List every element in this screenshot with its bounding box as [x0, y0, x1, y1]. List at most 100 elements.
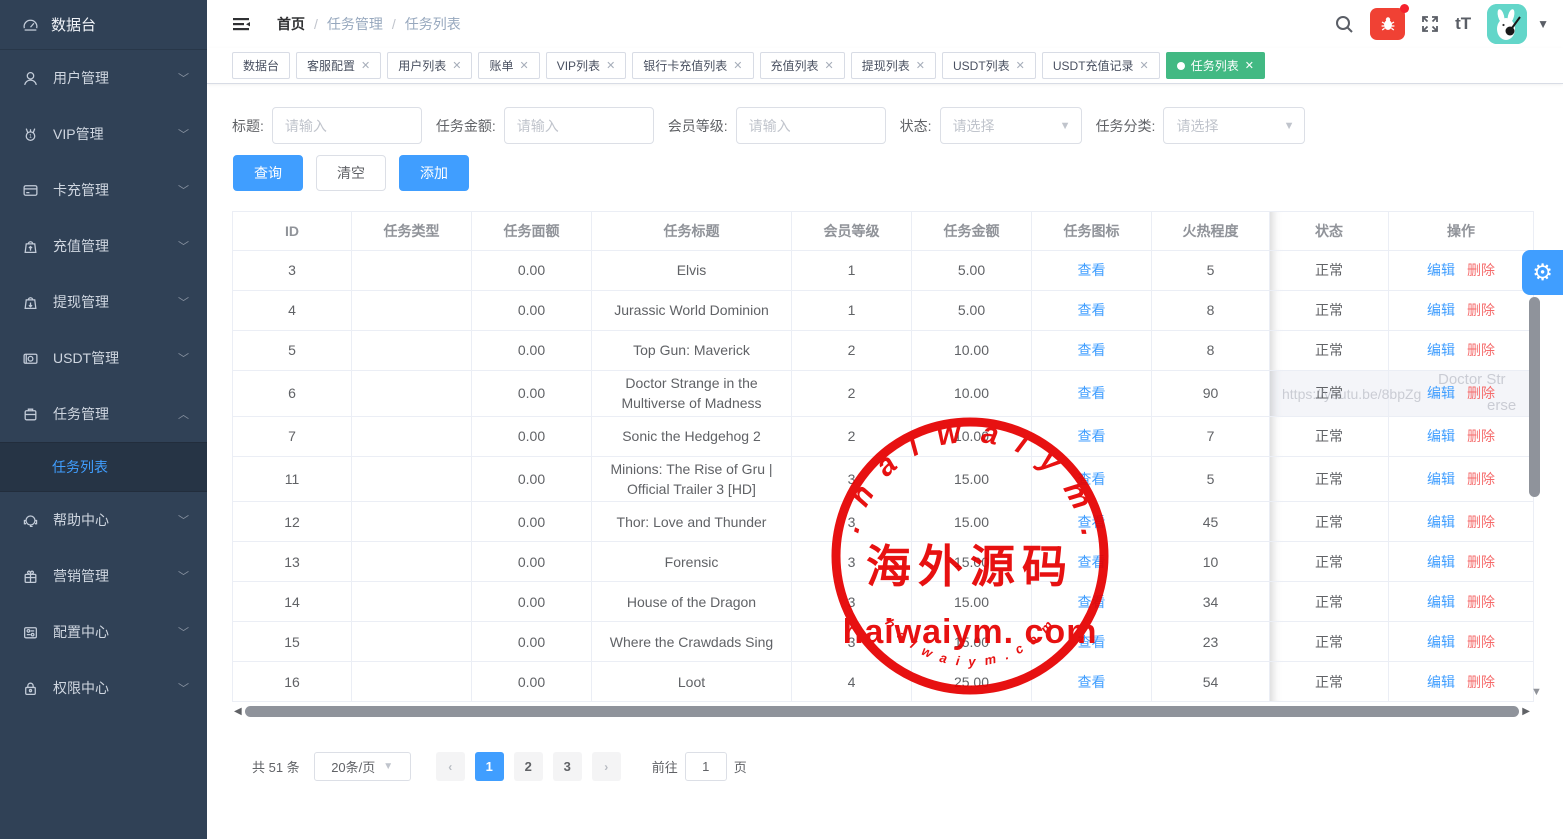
edit-link[interactable]: 编辑: [1427, 672, 1455, 692]
horizontal-scrollbar[interactable]: ◀ ▶: [234, 705, 1530, 718]
view-link[interactable]: 查看: [1078, 632, 1106, 652]
amount-filter-input[interactable]: 请输入: [504, 107, 654, 144]
close-tab-icon[interactable]: ✕: [1016, 59, 1025, 72]
close-tab-icon[interactable]: ✕: [916, 59, 925, 72]
delete-link[interactable]: 删除: [1467, 552, 1495, 572]
category-filter-select[interactable]: 请选择▼: [1163, 107, 1305, 144]
settings-gear-button[interactable]: ⚙: [1522, 250, 1563, 295]
view-link[interactable]: 查看: [1078, 300, 1106, 320]
vscroll-down-arrow[interactable]: ▼: [1531, 686, 1542, 698]
close-tab-icon[interactable]: ✕: [1245, 59, 1254, 72]
sidebar-item-7[interactable]: 帮助中心﹀: [0, 492, 207, 548]
hscroll-right-arrow[interactable]: ▶: [1522, 706, 1530, 717]
sidebar-item-8[interactable]: 营销管理﹀: [0, 548, 207, 604]
sidebar-subitem-任务列表[interactable]: 任务列表: [0, 443, 207, 491]
tab-label: 用户列表: [398, 57, 446, 74]
delete-link[interactable]: 删除: [1467, 260, 1495, 280]
sidebar-item-10[interactable]: 权限中心﹀: [0, 660, 207, 716]
vscroll-thumb[interactable]: [1529, 297, 1540, 497]
clear-button[interactable]: 清空: [316, 155, 386, 191]
delete-link[interactable]: 删除: [1467, 512, 1495, 532]
edit-link[interactable]: 编辑: [1427, 260, 1455, 280]
tab-2[interactable]: 用户列表 ✕: [387, 52, 472, 79]
title-filter-input[interactable]: 请输入: [272, 107, 422, 144]
fullscreen-icon[interactable]: [1421, 15, 1439, 33]
tab-5[interactable]: 银行卡充值列表✕: [632, 52, 753, 79]
page-button-3[interactable]: 3: [553, 752, 582, 781]
prev-page-button[interactable]: ‹: [436, 752, 465, 781]
tab-1[interactable]: 客服配置✕: [296, 52, 381, 79]
view-link[interactable]: 查看: [1078, 426, 1106, 446]
close-tab-icon[interactable]: ✕: [733, 59, 742, 72]
close-tab-icon[interactable]: ✕: [361, 59, 370, 72]
edit-link[interactable]: 编辑: [1427, 592, 1455, 612]
tab-10[interactable]: 任务列表✕: [1166, 52, 1265, 79]
sidebar-item-5[interactable]: USDT管理﹀: [0, 330, 207, 386]
close-tab-icon[interactable]: ✕: [825, 59, 834, 72]
view-link[interactable]: 查看: [1078, 260, 1106, 280]
sidebar-item-6[interactable]: 任务管理︿: [0, 386, 207, 442]
edit-link[interactable]: 编辑: [1427, 340, 1455, 360]
view-link[interactable]: 查看: [1078, 340, 1106, 360]
search-button[interactable]: 查询: [233, 155, 303, 191]
delete-link[interactable]: 删除: [1467, 632, 1495, 652]
search-icon[interactable]: [1335, 15, 1354, 34]
sidebar-item-0[interactable]: 用户管理﹀: [0, 50, 207, 106]
error-log-button[interactable]: [1370, 8, 1405, 40]
view-link[interactable]: 查看: [1078, 552, 1106, 572]
delete-link[interactable]: 删除: [1467, 383, 1495, 403]
column-header-1: 任务类型: [352, 211, 472, 251]
delete-link[interactable]: 删除: [1467, 300, 1495, 320]
tab-9[interactable]: USDT充值记录✕: [1042, 52, 1160, 79]
goto-page-input[interactable]: 1: [685, 752, 727, 781]
view-link[interactable]: 查看: [1078, 592, 1106, 612]
delete-link[interactable]: 删除: [1467, 340, 1495, 360]
delete-link[interactable]: 删除: [1467, 426, 1495, 446]
add-button[interactable]: 添加: [399, 155, 469, 191]
sidebar-item-9[interactable]: 配置中心﹀: [0, 604, 207, 660]
edit-link[interactable]: 编辑: [1427, 512, 1455, 532]
close-tab-icon[interactable]: ✕: [452, 59, 461, 72]
level-filter-input[interactable]: 请输入: [736, 107, 886, 144]
edit-link[interactable]: 编辑: [1427, 552, 1455, 572]
view-link[interactable]: 查看: [1078, 672, 1106, 692]
font-size-icon[interactable]: tT: [1455, 14, 1471, 34]
tab-0[interactable]: 数据台: [232, 52, 290, 79]
sidebar-item-dashboard[interactable]: 数据台: [0, 0, 207, 50]
close-tab-icon[interactable]: ✕: [1140, 59, 1149, 72]
sidebar-item-2[interactable]: 卡充管理﹀: [0, 162, 207, 218]
page-button-2[interactable]: 2: [514, 752, 543, 781]
delete-link[interactable]: 删除: [1467, 672, 1495, 692]
page-size-select[interactable]: 20条/页 ▼: [314, 752, 411, 781]
sidebar-item-3[interactable]: 充值管理﹀: [0, 218, 207, 274]
tab-6[interactable]: 充值列表✕: [760, 52, 845, 79]
sidebar-item-1[interactable]: 1VIP管理﹀: [0, 106, 207, 162]
view-link[interactable]: 查看: [1078, 512, 1106, 532]
edit-link[interactable]: 编辑: [1427, 632, 1455, 652]
next-page-button[interactable]: ›: [592, 752, 621, 781]
delete-link[interactable]: 删除: [1467, 469, 1495, 489]
edit-link[interactable]: 编辑: [1427, 300, 1455, 320]
avatar[interactable]: [1487, 4, 1527, 44]
breadcrumb-home[interactable]: 首页: [277, 14, 305, 34]
collapse-sidebar-button[interactable]: [231, 14, 251, 34]
avatar-dropdown-caret[interactable]: ▼: [1537, 17, 1549, 31]
edit-link[interactable]: 编辑: [1427, 469, 1455, 489]
close-tab-icon[interactable]: ✕: [606, 59, 615, 72]
edit-link[interactable]: 编辑: [1427, 383, 1455, 403]
delete-link[interactable]: 删除: [1467, 592, 1495, 612]
tab-8[interactable]: USDT列表✕: [942, 52, 1036, 79]
sidebar-item-4[interactable]: 提现管理﹀: [0, 274, 207, 330]
vertical-scrollbar[interactable]: [1529, 252, 1540, 698]
view-link[interactable]: 查看: [1078, 469, 1106, 489]
view-link[interactable]: 查看: [1078, 383, 1106, 403]
tab-4[interactable]: VIP列表✕: [546, 52, 627, 79]
status-filter-select[interactable]: 请选择▼: [940, 107, 1082, 144]
close-tab-icon[interactable]: ✕: [520, 59, 529, 72]
hscroll-thumb[interactable]: [245, 706, 1520, 717]
hscroll-left-arrow[interactable]: ◀: [234, 706, 242, 717]
tab-3[interactable]: 账单✕: [478, 52, 539, 79]
tab-7[interactable]: 提现列表✕: [851, 52, 936, 79]
page-button-1[interactable]: 1: [475, 752, 504, 781]
edit-link[interactable]: 编辑: [1427, 426, 1455, 446]
